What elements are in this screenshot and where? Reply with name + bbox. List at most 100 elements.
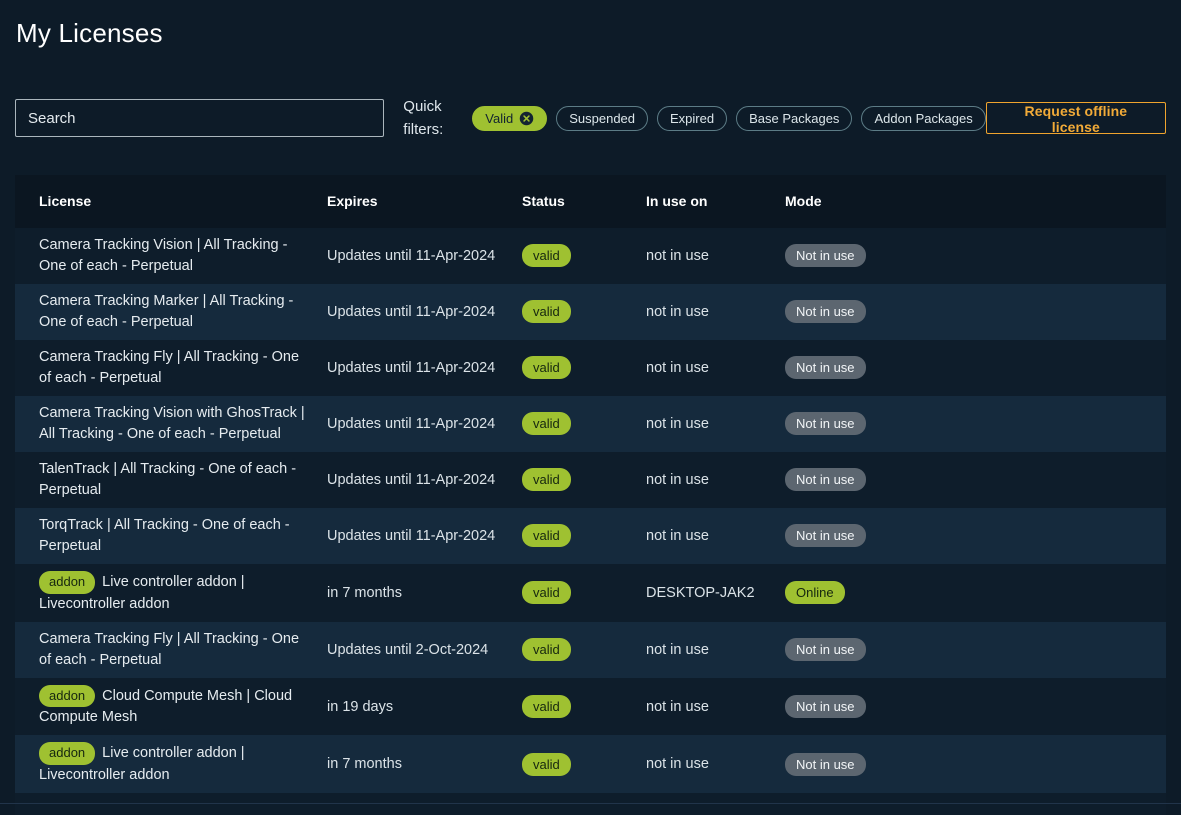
status-badge: valid	[522, 695, 571, 719]
status-badge: valid	[522, 300, 571, 324]
in-use-on-cell: not in use	[646, 304, 785, 320]
expires-cell: in 19 days	[327, 699, 522, 715]
quick-filters-label: Quick filters:	[403, 95, 464, 142]
mode-badge: Online	[785, 581, 845, 605]
column-header-mode: Mode	[785, 193, 1166, 209]
request-offline-license-button[interactable]: Request offline license	[986, 102, 1166, 134]
license-cell: TorqTrack | All Tracking - One of each -…	[39, 508, 327, 564]
expires-cell: Updates until 11-Apr-2024	[327, 248, 522, 264]
status-badge: valid	[522, 412, 571, 436]
filter-chip-suspended-label: Suspended	[569, 111, 635, 126]
mode-cell: Not in use	[785, 638, 1166, 662]
filter-chip-suspended[interactable]: Suspended	[556, 106, 648, 131]
table-row: addonCloud Compute Mesh | Cloud Compute …	[15, 678, 1166, 736]
column-header-in-use-on: In use on	[646, 193, 785, 209]
mode-cell: Online	[785, 581, 1166, 605]
license-cell: Camera Tracking Fly | All Tracking - One…	[39, 340, 327, 396]
mode-badge: Not in use	[785, 300, 866, 324]
mode-badge: Not in use	[785, 356, 866, 380]
mode-badge: Not in use	[785, 753, 866, 777]
table-body: Camera Tracking Vision | All Tracking - …	[15, 228, 1166, 794]
status-badge: valid	[522, 356, 571, 380]
status-badge: valid	[522, 753, 571, 777]
filter-chip-valid-label: Valid	[485, 111, 513, 126]
mode-cell: Not in use	[785, 753, 1166, 777]
expires-cell: Updates until 11-Apr-2024	[327, 304, 522, 320]
filter-chip-valid[interactable]: Valid	[472, 106, 547, 131]
mode-badge: Not in use	[785, 695, 866, 719]
license-cell: addonCloud Compute Mesh | Cloud Compute …	[39, 678, 327, 736]
status-cell: valid	[522, 356, 646, 380]
license-name: Camera Tracking Marker | All Tracking - …	[39, 293, 293, 330]
license-cell: Camera Tracking Fly | All Tracking - One…	[39, 622, 327, 678]
license-cell: addonLive controller addon | Livecontrol…	[39, 564, 327, 622]
license-cell: Camera Tracking Vision with GhosTrack | …	[39, 396, 327, 452]
status-badge: valid	[522, 524, 571, 548]
close-icon[interactable]	[519, 111, 534, 126]
column-header-license: License	[39, 193, 327, 209]
license-name: Camera Tracking Fly | All Tracking - One…	[39, 631, 299, 668]
mode-cell: Not in use	[785, 244, 1166, 268]
addon-badge: addon	[39, 685, 95, 708]
mode-cell: Not in use	[785, 695, 1166, 719]
addon-badge: addon	[39, 742, 95, 765]
in-use-on-cell: not in use	[646, 699, 785, 715]
table-row: Camera Tracking Fly | All Tracking - One…	[15, 622, 1166, 678]
status-cell: valid	[522, 753, 646, 777]
status-cell: valid	[522, 468, 646, 492]
status-cell: valid	[522, 581, 646, 605]
in-use-on-cell: not in use	[646, 756, 785, 772]
filter-chip-expired[interactable]: Expired	[657, 106, 727, 131]
status-badge: valid	[522, 244, 571, 268]
license-name: Camera Tracking Vision | All Tracking - …	[39, 237, 287, 274]
expires-cell: Updates until 11-Apr-2024	[327, 528, 522, 544]
expires-cell: Updates until 2-Oct-2024	[327, 642, 522, 658]
status-badge: valid	[522, 468, 571, 492]
expires-cell: in 7 months	[327, 756, 522, 772]
mode-cell: Not in use	[785, 300, 1166, 324]
table-header: License Expires Status In use on Mode	[15, 175, 1166, 228]
mode-badge: Not in use	[785, 412, 866, 436]
license-name: TalenTrack | All Tracking - One of each …	[39, 461, 296, 498]
expires-cell: Updates until 11-Apr-2024	[327, 472, 522, 488]
filter-chip-addon-packages-label: Addon Packages	[874, 111, 972, 126]
license-name: Camera Tracking Vision with GhosTrack | …	[39, 405, 305, 442]
license-cell: Camera Tracking Vision | All Tracking - …	[39, 228, 327, 284]
page-title: My Licenses	[16, 18, 1166, 49]
status-cell: valid	[522, 638, 646, 662]
column-header-status: Status	[522, 193, 646, 209]
status-cell: valid	[522, 300, 646, 324]
mode-cell: Not in use	[785, 524, 1166, 548]
license-cell: addonLive controller addon | Livecontrol…	[39, 735, 327, 793]
filter-chip-base-packages[interactable]: Base Packages	[736, 106, 852, 131]
in-use-on-cell: not in use	[646, 472, 785, 488]
in-use-on-cell: not in use	[646, 416, 785, 432]
status-badge: valid	[522, 581, 571, 605]
mode-cell: Not in use	[785, 356, 1166, 380]
status-cell: valid	[522, 244, 646, 268]
search-input[interactable]	[15, 99, 384, 137]
license-name: TorqTrack | All Tracking - One of each -…	[39, 517, 290, 554]
column-header-expires: Expires	[327, 193, 522, 209]
quick-filter-chips: Valid Suspended Expired Base Packages Ad…	[472, 106, 985, 131]
in-use-on-cell: not in use	[646, 248, 785, 264]
filter-chip-expired-label: Expired	[670, 111, 714, 126]
table-row: Camera Tracking Vision | All Tracking - …	[15, 228, 1166, 284]
expires-cell: in 7 months	[327, 585, 522, 601]
table-row: TalenTrack | All Tracking - One of each …	[15, 452, 1166, 508]
status-cell: valid	[522, 412, 646, 436]
in-use-on-cell: not in use	[646, 642, 785, 658]
mode-badge: Not in use	[785, 244, 866, 268]
filter-chip-base-packages-label: Base Packages	[749, 111, 839, 126]
license-cell: Camera Tracking Marker | All Tracking - …	[39, 284, 327, 340]
licenses-table: License Expires Status In use on Mode Ca…	[15, 175, 1166, 815]
status-badge: valid	[522, 638, 571, 662]
expires-cell: Updates until 11-Apr-2024	[327, 360, 522, 376]
bottom-divider	[0, 803, 1181, 804]
status-cell: valid	[522, 524, 646, 548]
mode-badge: Not in use	[785, 524, 866, 548]
license-name: Camera Tracking Fly | All Tracking - One…	[39, 349, 299, 386]
filter-chip-addon-packages[interactable]: Addon Packages	[861, 106, 985, 131]
mode-badge: Not in use	[785, 468, 866, 492]
table-row: Camera Tracking Marker | All Tracking - …	[15, 284, 1166, 340]
